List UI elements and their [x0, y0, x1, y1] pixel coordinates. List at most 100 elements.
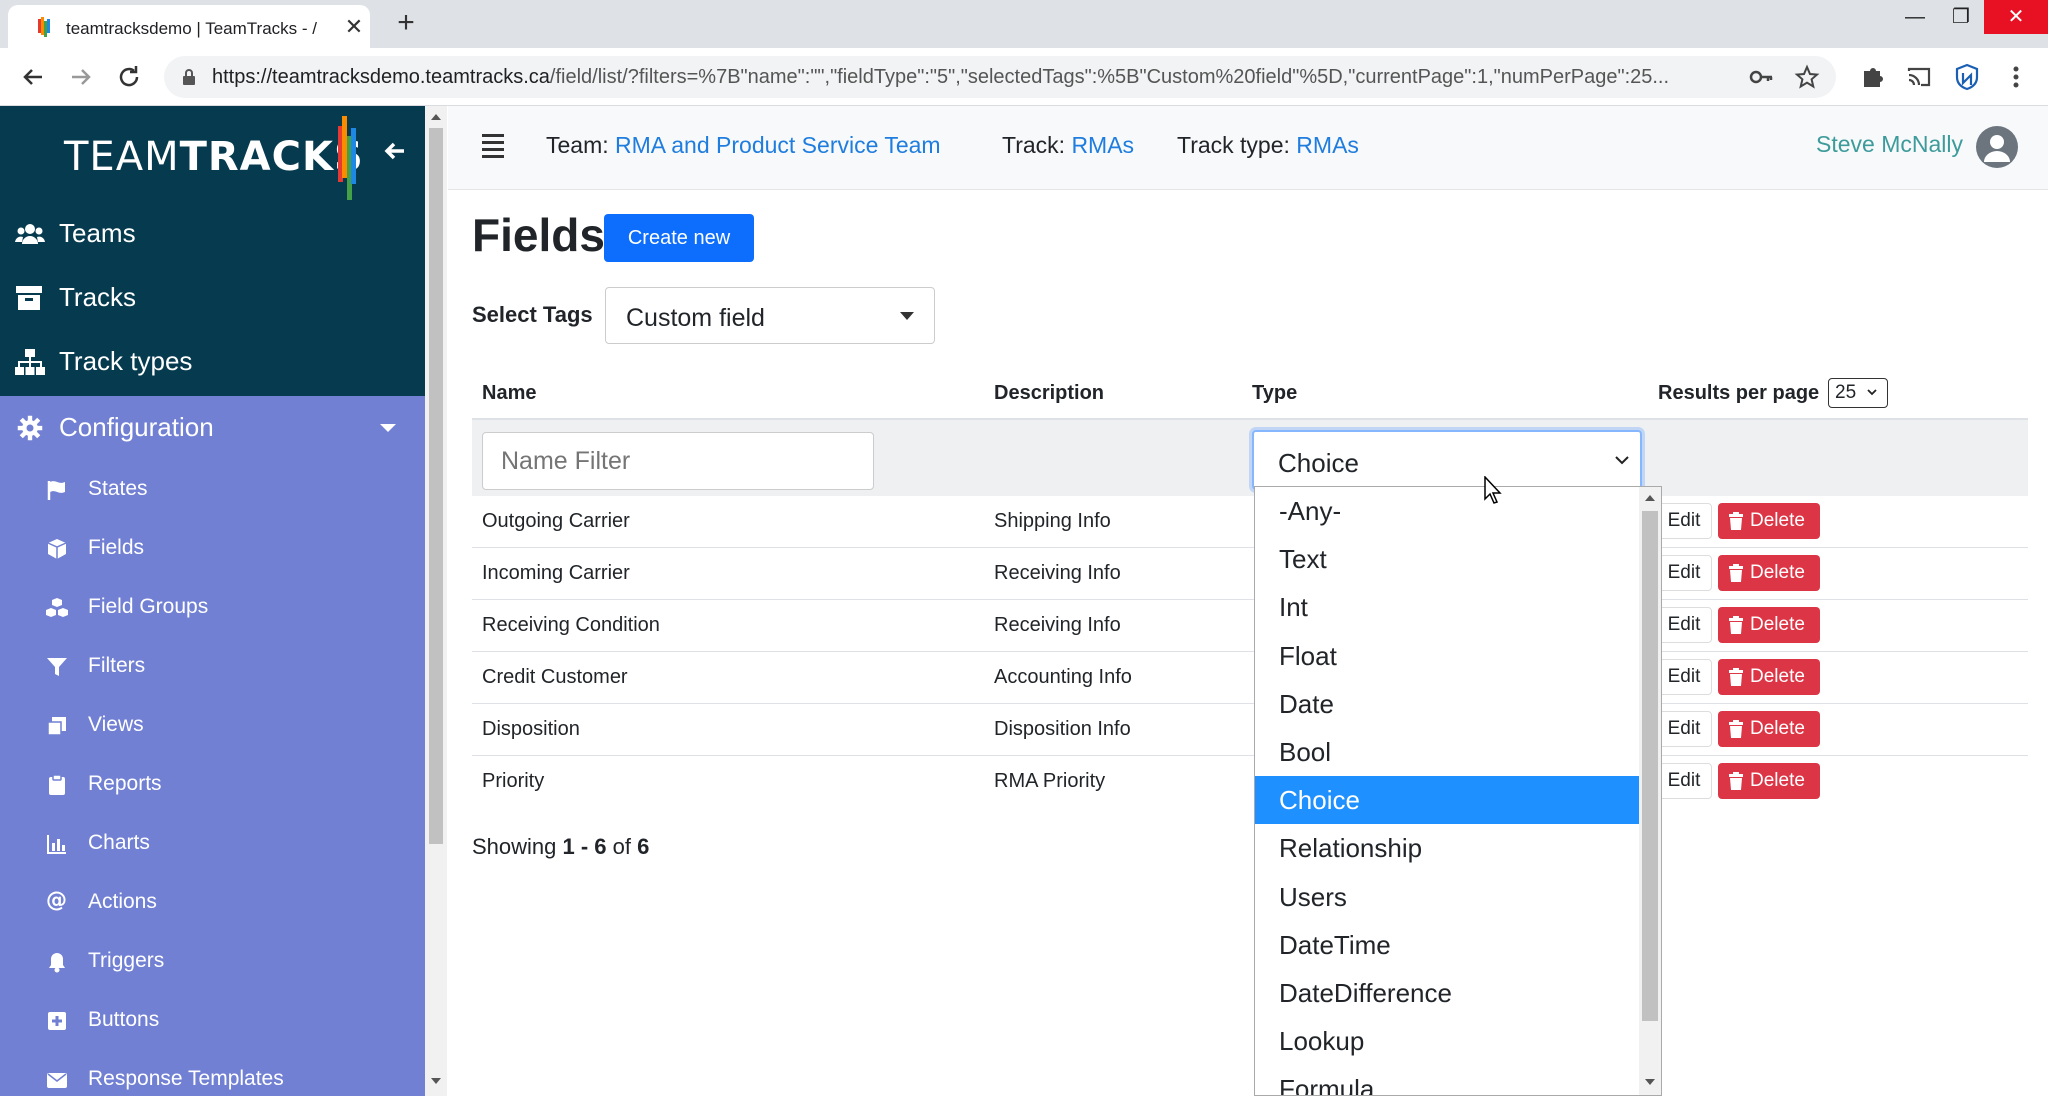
type-option[interactable]: -Any- [1255, 487, 1639, 535]
type-dropdown-list[interactable]: FormulaLookupDateDifferenceDateTimeUsers… [1254, 486, 1662, 1096]
type-option[interactable]: Lookup [1255, 1017, 1639, 1065]
edit-button[interactable]: Edit [1656, 555, 1712, 591]
sidebar-item-label: Teams [59, 218, 136, 249]
dropdown-scroll-thumb[interactable] [1642, 511, 1658, 1021]
sidebar-scrollbar[interactable] [425, 106, 447, 1096]
key-icon[interactable] [1748, 64, 1774, 90]
cast-icon[interactable] [1903, 61, 1935, 93]
delete-button[interactable]: Delete [1718, 659, 1820, 695]
track-type-breadcrumb: Track type: RMAs [1177, 132, 1359, 159]
sidebar-item-configuration[interactable]: Configuration [0, 396, 425, 458]
sidebar-item-states[interactable]: States [0, 461, 425, 520]
type-option[interactable]: Date [1255, 680, 1639, 728]
type-option[interactable]: DateDifference [1255, 969, 1639, 1017]
field-name-cell: Credit Customer [482, 666, 628, 689]
select-tags-label: Select Tags [472, 302, 593, 328]
sidebar-item-buttons[interactable]: Buttons [0, 992, 425, 1051]
address-bar[interactable]: https://teamtracksdemo.teamtracks.ca/fie… [164, 56, 1836, 98]
type-option[interactable]: Formula [1255, 1065, 1639, 1096]
sidebar-scroll-thumb[interactable] [429, 128, 443, 844]
trash-icon [1728, 772, 1744, 790]
type-option[interactable]: Float [1255, 632, 1639, 680]
scroll-down-icon[interactable] [431, 1078, 441, 1084]
more-menu-icon[interactable] [2000, 61, 2032, 93]
back-icon[interactable] [16, 60, 50, 94]
field-name-cell: Outgoing Carrier [482, 510, 630, 533]
create-new-button[interactable]: Create new [604, 214, 754, 262]
sidebar-item-label: Tracks [59, 282, 136, 313]
collapse-sidebar-icon[interactable] [380, 136, 410, 166]
dropdown-scrollbar[interactable] [1639, 487, 1661, 1096]
avatar[interactable] [1976, 126, 2018, 168]
type-option[interactable]: Int [1255, 583, 1639, 631]
scroll-up-icon[interactable] [1645, 495, 1655, 501]
sidebar-item-triggers[interactable]: Triggers [0, 933, 425, 992]
extensions-icon[interactable] [1856, 61, 1888, 93]
edit-button[interactable]: Edit [1656, 711, 1712, 747]
reload-icon[interactable] [112, 60, 146, 94]
edit-button[interactable]: Edit [1656, 659, 1712, 695]
sidebar-item-fields[interactable]: Fields [0, 520, 425, 579]
team-link[interactable]: RMA and Product Service Team [615, 132, 941, 158]
browser-tab[interactable]: teamtracksdemo | TeamTracks - / ✕ [8, 5, 370, 48]
sidebar-item-tracks[interactable]: Tracks [0, 266, 425, 328]
gear-icon [14, 414, 46, 442]
tab-close-icon[interactable]: ✕ [340, 13, 368, 41]
window-close-icon[interactable]: ✕ [1984, 0, 2048, 34]
edit-button[interactable]: Edit [1656, 607, 1712, 643]
sidebar-item-response-templates[interactable]: Response Templates [0, 1051, 425, 1110]
chevron-down-icon [1614, 454, 1630, 466]
type-option[interactable]: Users [1255, 873, 1639, 921]
trash-icon [1728, 616, 1744, 634]
field-name-cell: Receiving Condition [482, 614, 660, 637]
chevron-down-icon [1867, 387, 1877, 397]
results-per-page-select[interactable]: 25 [1828, 378, 1888, 408]
sidebar-header: TEAMTRACKS Teams Tracks Track types [0, 106, 425, 396]
track-type-link[interactable]: RMAs [1296, 132, 1359, 158]
sidebar-item-reports[interactable]: Reports [0, 756, 425, 815]
new-tab-icon[interactable]: + [390, 8, 422, 40]
tags-select[interactable]: Custom field [605, 287, 935, 344]
teamtracks-logo[interactable]: TEAMTRACKS [64, 134, 364, 180]
scroll-down-icon[interactable] [1645, 1079, 1655, 1085]
delete-button[interactable]: Delete [1718, 607, 1820, 643]
sidebar-item-views[interactable]: Views [0, 697, 425, 756]
edit-button[interactable]: Edit [1656, 503, 1712, 539]
sidebar-item-actions[interactable]: @ Actions [0, 874, 425, 933]
user-name[interactable]: Steve McNally [1816, 131, 1963, 158]
type-option[interactable]: Choice [1255, 776, 1639, 824]
delete-button[interactable]: Delete [1718, 555, 1820, 591]
table-row: Outgoing Carrier Shipping Info Edit Dele… [472, 496, 2028, 548]
hamburger-menu-icon[interactable] [482, 134, 504, 156]
delete-button[interactable]: Delete [1718, 711, 1820, 747]
field-description-cell: Receiving Info [994, 614, 1121, 637]
type-option[interactable]: Bool [1255, 728, 1639, 776]
scroll-up-icon[interactable] [431, 114, 441, 120]
sidebar-item-label: Reports [88, 772, 162, 796]
sidebar-item-field-groups[interactable]: Field Groups [0, 579, 425, 638]
delete-button[interactable]: Delete [1718, 503, 1820, 539]
type-option[interactable]: Text [1255, 535, 1639, 583]
sidebar-item-teams[interactable]: Teams [0, 202, 425, 264]
sidebar-item-label: Field Groups [88, 595, 208, 619]
minimize-icon[interactable]: — [1892, 0, 1938, 34]
shield-extension-icon[interactable] [1951, 61, 1983, 93]
star-icon[interactable] [1794, 64, 1820, 90]
edit-button[interactable]: Edit [1656, 763, 1712, 799]
type-filter-select[interactable]: Choice [1252, 430, 1642, 490]
forward-icon[interactable] [64, 60, 98, 94]
name-filter-input[interactable] [482, 432, 874, 490]
delete-button[interactable]: Delete [1718, 763, 1820, 799]
sidebar-item-label: Actions [88, 890, 157, 914]
type-option[interactable]: Relationship [1255, 824, 1639, 872]
sidebar-item-track-types[interactable]: Track types [0, 330, 425, 392]
field-description-cell: Shipping Info [994, 510, 1111, 533]
restore-icon[interactable]: ❐ [1938, 0, 1984, 34]
sidebar-item-charts[interactable]: Charts [0, 815, 425, 874]
sidebar-item-label: States [88, 477, 148, 501]
track-link[interactable]: RMAs [1071, 132, 1134, 158]
type-option[interactable]: DateTime [1255, 921, 1639, 969]
trash-icon [1728, 564, 1744, 582]
track-breadcrumb: Track: RMAs [1002, 132, 1134, 159]
sidebar-item-filters[interactable]: Filters [0, 638, 425, 697]
